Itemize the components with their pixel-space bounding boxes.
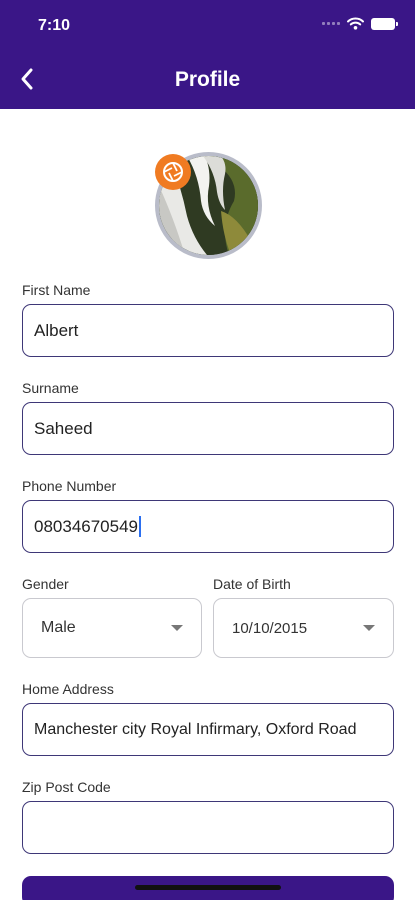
first-name-value: Albert [34, 320, 79, 340]
change-photo-button[interactable] [155, 154, 191, 190]
battery-icon [371, 17, 398, 30]
phone-number-value: 08034670549 [34, 516, 139, 536]
phone-number-input[interactable]: 08034670549 [22, 500, 394, 553]
app-header: 7:10 Profile [0, 0, 415, 109]
status-icons [322, 17, 398, 30]
camera-aperture-icon [163, 162, 183, 182]
home-address-label: Home Address [22, 681, 114, 697]
home-address-input[interactable]: Manchester city Royal Infirmary, Oxford … [22, 703, 394, 756]
surname-value: Saheed [34, 418, 93, 438]
wifi-icon [347, 17, 364, 30]
dropdown-arrow-icon [171, 625, 183, 631]
dob-select[interactable]: 10/10/2015 [213, 598, 394, 658]
status-time: 7:10 [38, 17, 71, 34]
first-name-input[interactable]: Albert [22, 304, 394, 357]
dropdown-arrow-icon [363, 625, 375, 631]
zip-code-label: Zip Post Code [22, 779, 111, 795]
phone-number-label: Phone Number [22, 478, 117, 494]
home-indicator [135, 885, 281, 890]
page-title: Profile [174, 68, 241, 91]
text-cursor [139, 516, 141, 537]
first-name-label: First Name [22, 282, 91, 298]
home-address-value: Manchester city Royal Infirmary, Oxford … [34, 720, 357, 738]
cellular-signal-icon [322, 22, 340, 25]
surname-label: Surname [22, 380, 79, 396]
dob-value: 10/10/2015 [232, 619, 308, 637]
gender-select[interactable]: Male [22, 598, 202, 658]
gender-value: Male [41, 619, 76, 636]
dob-label: Date of Birth [213, 576, 291, 592]
surname-input[interactable]: Saheed [22, 402, 394, 455]
gender-label: Gender [22, 576, 69, 592]
zip-code-input[interactable] [22, 801, 394, 854]
